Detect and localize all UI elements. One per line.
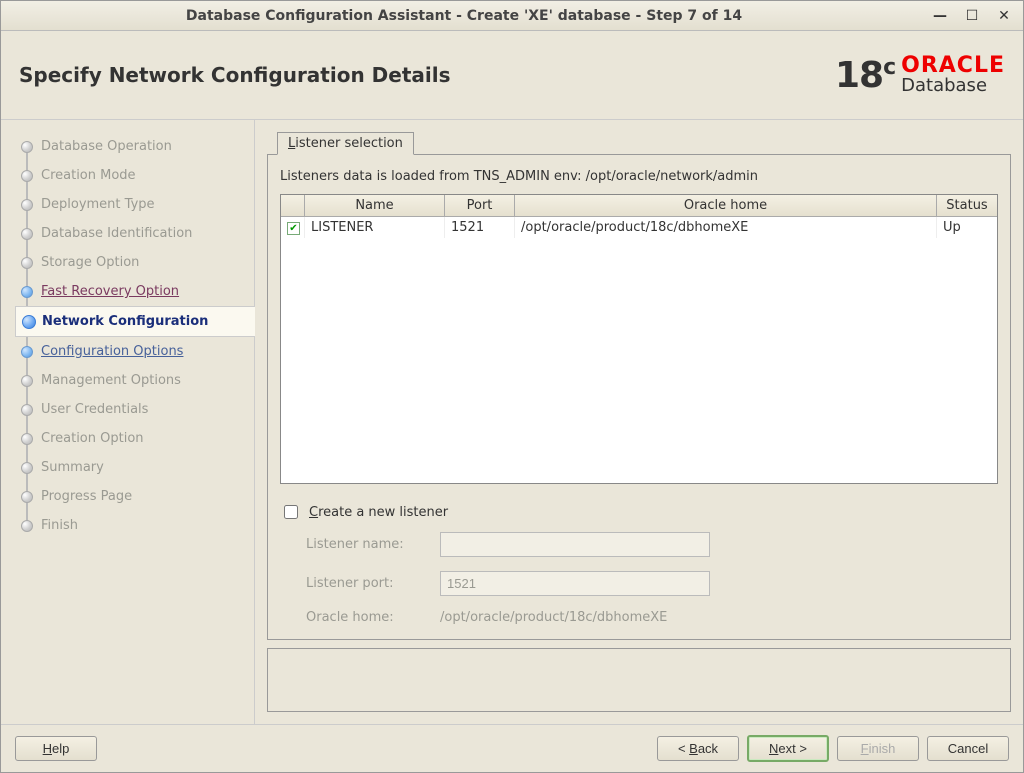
step-creation-mode[interactable]: Creation Mode bbox=[15, 161, 254, 190]
oracle-logo: 18c ORACLE Database bbox=[835, 55, 1005, 96]
step-management-options[interactable]: Management Options bbox=[15, 366, 254, 395]
step-database-operation[interactable]: Database Operation bbox=[15, 132, 254, 161]
listener-port-field[interactable] bbox=[440, 571, 710, 596]
col-port: Port bbox=[445, 195, 515, 216]
close-icon[interactable]: ✕ bbox=[993, 5, 1015, 27]
main-panel: Listener selection Listeners data is loa… bbox=[255, 120, 1023, 724]
cell-home: /opt/oracle/product/18c/dbhomeXE bbox=[515, 217, 937, 238]
step-configuration-options[interactable]: Configuration Options bbox=[15, 337, 254, 366]
tab-listener-selection[interactable]: Listener selection bbox=[277, 132, 414, 155]
new-listener-form: Listener name: Listener port: Oracle hom… bbox=[306, 532, 998, 625]
oracle-home-value: /opt/oracle/product/18c/dbhomeXE bbox=[440, 610, 720, 625]
window-title: Database Configuration Assistant - Creat… bbox=[9, 8, 919, 24]
wizard-sidebar: Database Operation Creation Mode Deploym… bbox=[1, 120, 255, 724]
maximize-icon[interactable]: ☐ bbox=[961, 5, 983, 27]
oracle-home-label: Oracle home: bbox=[306, 610, 440, 625]
finish-button: Finish bbox=[837, 736, 919, 761]
minimize-icon[interactable]: — bbox=[929, 5, 951, 27]
back-button[interactable]: < Back bbox=[657, 736, 739, 761]
listener-selection-frame: Listener selection Listeners data is loa… bbox=[267, 132, 1011, 640]
listeners-table: Name Port Oracle home Status ✔ LISTENER … bbox=[280, 194, 998, 484]
tns-admin-info: Listeners data is loaded from TNS_ADMIN … bbox=[280, 169, 998, 184]
create-new-listener-label: Create a new listener bbox=[309, 505, 448, 520]
listener-name-field[interactable] bbox=[440, 532, 710, 557]
table-header: Name Port Oracle home Status bbox=[281, 195, 997, 217]
table-row[interactable]: ✔ LISTENER 1521 /opt/oracle/product/18c/… bbox=[281, 217, 997, 238]
step-summary[interactable]: Summary bbox=[15, 453, 254, 482]
col-checkbox bbox=[281, 195, 305, 216]
help-button[interactable]: Help bbox=[15, 736, 97, 761]
body: Database Operation Creation Mode Deploym… bbox=[1, 119, 1023, 724]
wizard-footer: Help < Back Next > Finish Cancel bbox=[1, 724, 1023, 772]
dbca-window: Database Configuration Assistant - Creat… bbox=[0, 0, 1024, 773]
step-progress-page[interactable]: Progress Page bbox=[15, 482, 254, 511]
listener-name-label: Listener name: bbox=[306, 537, 440, 552]
row-checkbox-icon[interactable]: ✔ bbox=[287, 222, 300, 235]
logo-version: 18c bbox=[835, 55, 895, 96]
cell-port: 1521 bbox=[445, 217, 515, 238]
step-database-identification[interactable]: Database Identification bbox=[15, 219, 254, 248]
col-name: Name bbox=[305, 195, 445, 216]
step-finish[interactable]: Finish bbox=[15, 511, 254, 540]
listener-port-label: Listener port: bbox=[306, 576, 440, 591]
step-network-configuration[interactable]: Network Configuration bbox=[15, 306, 255, 337]
create-new-listener-row[interactable]: Create a new listener bbox=[280, 502, 998, 522]
step-storage-option[interactable]: Storage Option bbox=[15, 248, 254, 277]
next-button[interactable]: Next > bbox=[747, 735, 829, 762]
col-oracle-home: Oracle home bbox=[515, 195, 937, 216]
step-fast-recovery-option[interactable]: Fast Recovery Option bbox=[15, 277, 254, 306]
step-deployment-type[interactable]: Deployment Type bbox=[15, 190, 254, 219]
step-creation-option[interactable]: Creation Option bbox=[15, 424, 254, 453]
message-area bbox=[267, 648, 1011, 712]
page-title: Specify Network Configuration Details bbox=[19, 63, 835, 87]
cancel-button[interactable]: Cancel bbox=[927, 736, 1009, 761]
logo-product: Database bbox=[901, 77, 1005, 95]
col-status: Status bbox=[937, 195, 997, 216]
header: Specify Network Configuration Details 18… bbox=[1, 31, 1023, 119]
step-user-credentials[interactable]: User Credentials bbox=[15, 395, 254, 424]
logo-brand: ORACLE bbox=[901, 55, 1005, 77]
cell-status: Up bbox=[937, 217, 997, 238]
create-new-listener-checkbox[interactable] bbox=[284, 505, 298, 519]
cell-name: LISTENER bbox=[305, 217, 445, 238]
titlebar: Database Configuration Assistant - Creat… bbox=[1, 1, 1023, 31]
